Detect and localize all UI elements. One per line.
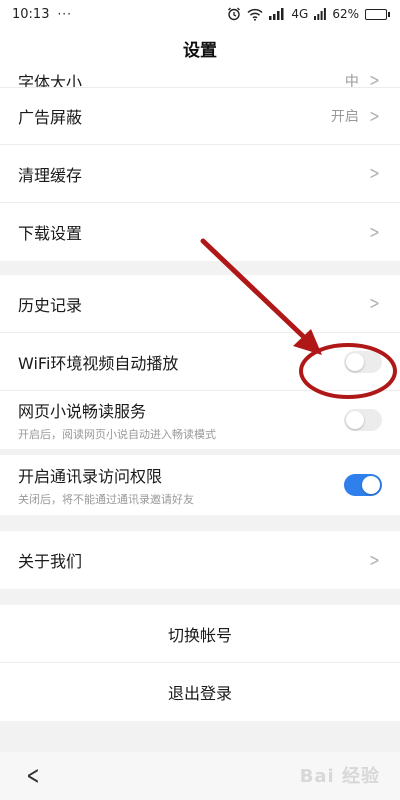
settings-group-account: 切换帐号 退出登录	[0, 605, 400, 721]
back-arrow-icon[interactable]: <	[26, 761, 39, 791]
ad-block-label: 广告屏蔽	[18, 108, 83, 127]
history-label: 历史记录	[18, 295, 83, 315]
alarm-icon	[228, 7, 241, 21]
settings-row-novel: 网页小说畅读服务 开启后，阅读网页小说自动进入畅读模式	[0, 391, 400, 449]
font-size-label: 字体大小	[18, 73, 83, 88]
divider	[0, 261, 400, 275]
novel-service-label: 网页小说畅读服务	[18, 402, 147, 421]
settings-group-general: 字体大小 中 > 广告屏蔽 开启 > 清理缓存 > 下载设置 >	[0, 68, 400, 261]
bottom-nav: < Bai 经验	[0, 752, 400, 800]
settings-row-about[interactable]: 关于我们 >	[0, 531, 400, 589]
settings-row-clear-cache[interactable]: 清理缓存 >	[0, 145, 400, 203]
about-label: 关于我们	[18, 552, 83, 571]
clock: 10:13	[12, 6, 50, 22]
contacts-permission-description: 关闭后，将不能通过通讯录邀请好友	[18, 493, 194, 506]
logout-label: 退出登录	[167, 684, 232, 703]
settings-row-contacts: 开启通讯录访问权限 关闭后，将不能通过通讯录邀请好友	[0, 455, 400, 515]
battery-icon	[365, 8, 390, 20]
chevron-right-icon: >	[369, 105, 380, 127]
signal-icon	[269, 8, 284, 20]
chevron-right-icon: >	[369, 163, 380, 184]
settings-group-about: 关于我们 >	[0, 531, 400, 589]
network-type: 4G	[291, 7, 309, 21]
settings-group-contacts: 开启通讯录访问权限 关闭后，将不能通过通讯录邀请好友	[0, 455, 400, 515]
more-notifications-icon: ···	[57, 7, 72, 21]
switch-account-label: 切换帐号	[167, 625, 232, 645]
wifi-autoplay-toggle[interactable]	[344, 350, 382, 373]
settings-row-font-size[interactable]: 字体大小 中 >	[0, 68, 400, 88]
watermark: Bai 经验	[299, 766, 380, 787]
signal-icon-2	[314, 8, 327, 20]
settings-row-history[interactable]: 历史记录 >	[0, 275, 400, 333]
chevron-right-icon: >	[369, 221, 380, 243]
novel-service-description: 开启后，阅读网页小说自动进入畅读模式	[18, 428, 216, 441]
divider	[0, 589, 400, 605]
battery-percent: 62%	[332, 7, 359, 21]
wifi-autoplay-label: WiFi环境视频自动播放	[18, 353, 179, 373]
page-title: 设置	[0, 28, 400, 68]
settings-group-browsing: 历史记录 > WiFi环境视频自动播放 网页小说畅读服务 开启后，阅读网页小说自…	[0, 275, 400, 449]
ad-block-value: 开启	[330, 109, 359, 125]
font-size-value: 中	[344, 73, 359, 88]
contacts-permission-label: 开启通讯录访问权限	[18, 467, 163, 486]
wifi-icon	[247, 8, 263, 21]
settings-row-download[interactable]: 下载设置 >	[0, 203, 400, 261]
contacts-permission-toggle[interactable]	[344, 474, 382, 496]
chevron-right-icon: >	[369, 549, 380, 571]
settings-list: 字体大小 中 > 广告屏蔽 开启 > 清理缓存 > 下载设置 > 历史记录 >	[0, 68, 400, 748]
chevron-right-icon: >	[369, 293, 380, 314]
settings-row-ad-block[interactable]: 广告屏蔽 开启 >	[0, 88, 400, 145]
status-bar: 10:13 ··· 4G 62%	[0, 0, 400, 28]
logout-button[interactable]: 退出登录	[0, 663, 400, 721]
download-settings-label: 下载设置	[18, 224, 83, 243]
settings-row-wifi-autoplay: WiFi环境视频自动播放	[0, 333, 400, 391]
page-title-text: 设置	[183, 40, 217, 61]
chevron-right-icon: >	[369, 70, 380, 88]
divider	[0, 515, 400, 531]
switch-account-button[interactable]: 切换帐号	[0, 605, 400, 663]
novel-service-toggle[interactable]	[344, 409, 382, 431]
clear-cache-label: 清理缓存	[18, 165, 83, 185]
